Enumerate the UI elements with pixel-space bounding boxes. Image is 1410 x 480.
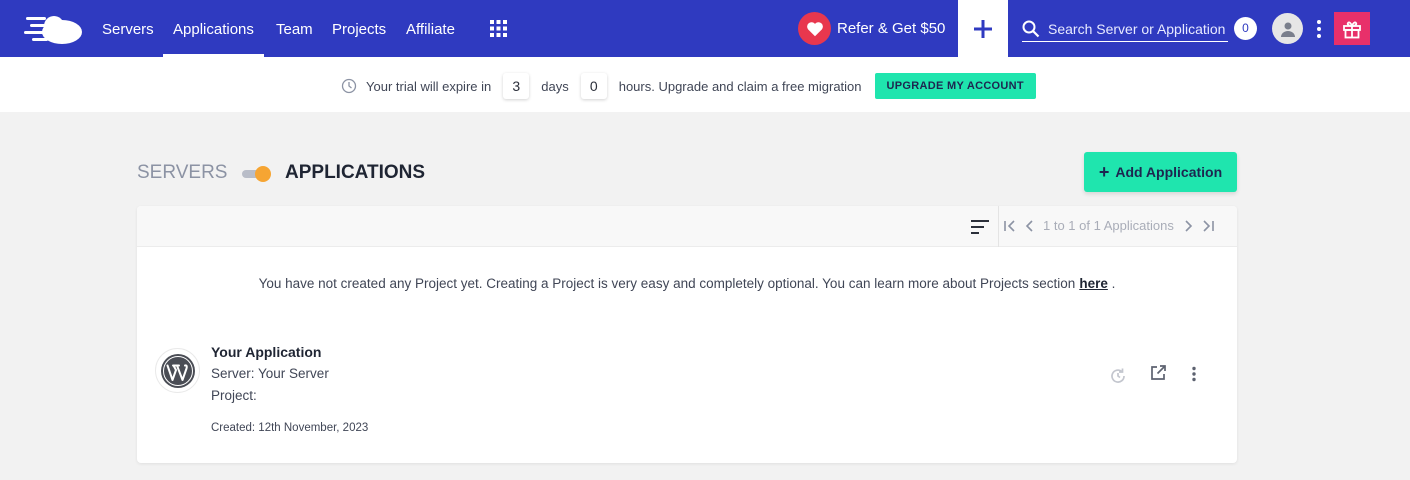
nav-item-team[interactable]: Team	[276, 0, 313, 57]
search-input[interactable]	[1048, 20, 1228, 37]
toggle-label-servers[interactable]: SERVERS	[137, 162, 227, 184]
trial-banner: Your trial will expire in 3 days 0 hours…	[0, 57, 1410, 112]
toggle-label-applications[interactable]: APPLICATIONS	[285, 162, 425, 184]
projects-notice-text: You have not created any Project yet. Cr…	[258, 276, 1076, 291]
application-server: Server: Your Server	[211, 366, 329, 381]
top-navigation: Servers Applications Team Projects Affil…	[0, 0, 1410, 57]
user-icon	[1280, 22, 1295, 37]
trial-days-label: days	[541, 78, 569, 94]
apps-grid-icon[interactable]	[490, 20, 507, 37]
gift-button[interactable]	[1334, 12, 1370, 45]
upgrade-account-button[interactable]: UPGRADE MY ACCOUNT	[874, 73, 1036, 99]
pagination-text: 1 to 1 of 1 Applications	[1043, 218, 1174, 233]
quick-add-button[interactable]	[958, 0, 1008, 57]
prev-page-icon[interactable]	[1023, 218, 1037, 234]
plus-icon	[974, 19, 992, 38]
last-page-icon[interactable]	[1201, 218, 1215, 234]
trial-hours-label: hours. Upgrade and claim a free migratio…	[618, 78, 862, 94]
nav-item-affiliate[interactable]: Affiliate	[406, 0, 455, 57]
refer-label: Refer & Get $50	[837, 20, 946, 37]
next-page-icon[interactable]	[1181, 218, 1195, 234]
projects-notice-suffix: .	[1111, 276, 1116, 291]
projects-learn-more-link[interactable]: here	[1079, 276, 1108, 291]
projects-notice: You have not created any Project yet. Cr…	[137, 276, 1237, 291]
nav-item-servers[interactable]: Servers	[102, 0, 154, 57]
wordpress-icon	[155, 348, 200, 393]
list-item[interactable]: Your Application Server: Your Server Pro…	[137, 336, 1237, 446]
refer-button[interactable]: Refer & Get $50	[798, 12, 945, 45]
cloudways-logo-icon[interactable]	[24, 12, 84, 46]
avatar[interactable]	[1272, 13, 1303, 44]
add-application-label: Add Application	[1115, 164, 1223, 180]
application-project: Project:	[211, 388, 257, 403]
application-name[interactable]: Your Application	[211, 344, 321, 360]
first-page-icon[interactable]	[1003, 218, 1017, 234]
nav-item-projects[interactable]: Projects	[332, 0, 386, 57]
nav-item-applications[interactable]: Applications	[163, 0, 264, 57]
trial-hours-value: 0	[580, 73, 607, 99]
gift-icon	[1343, 21, 1361, 38]
search-bar	[1022, 16, 1228, 42]
servers-applications-toggle[interactable]	[240, 166, 272, 182]
add-application-button[interactable]: + Add Application	[1084, 152, 1237, 192]
notification-count-badge[interactable]: 0	[1234, 17, 1257, 40]
trial-prefix-text: Your trial will expire in	[366, 78, 492, 94]
list-toolbar: 1 to 1 of 1 Applications	[137, 206, 1237, 247]
application-created-date: Created: 12th November, 2023	[211, 422, 369, 434]
applications-card: 1 to 1 of 1 Applications You have not cr…	[137, 206, 1237, 463]
heart-icon	[798, 12, 831, 45]
plus-icon: +	[1098, 161, 1110, 182]
clock-icon	[341, 78, 357, 94]
more-options-icon[interactable]	[1314, 18, 1324, 40]
app-more-options-icon[interactable]	[1184, 364, 1204, 384]
sort-icon[interactable]	[971, 218, 991, 236]
external-link-icon[interactable]	[1148, 363, 1168, 383]
refresh-icon[interactable]	[1108, 366, 1128, 386]
search-icon	[1022, 20, 1040, 37]
trial-days-value: 3	[503, 73, 530, 99]
